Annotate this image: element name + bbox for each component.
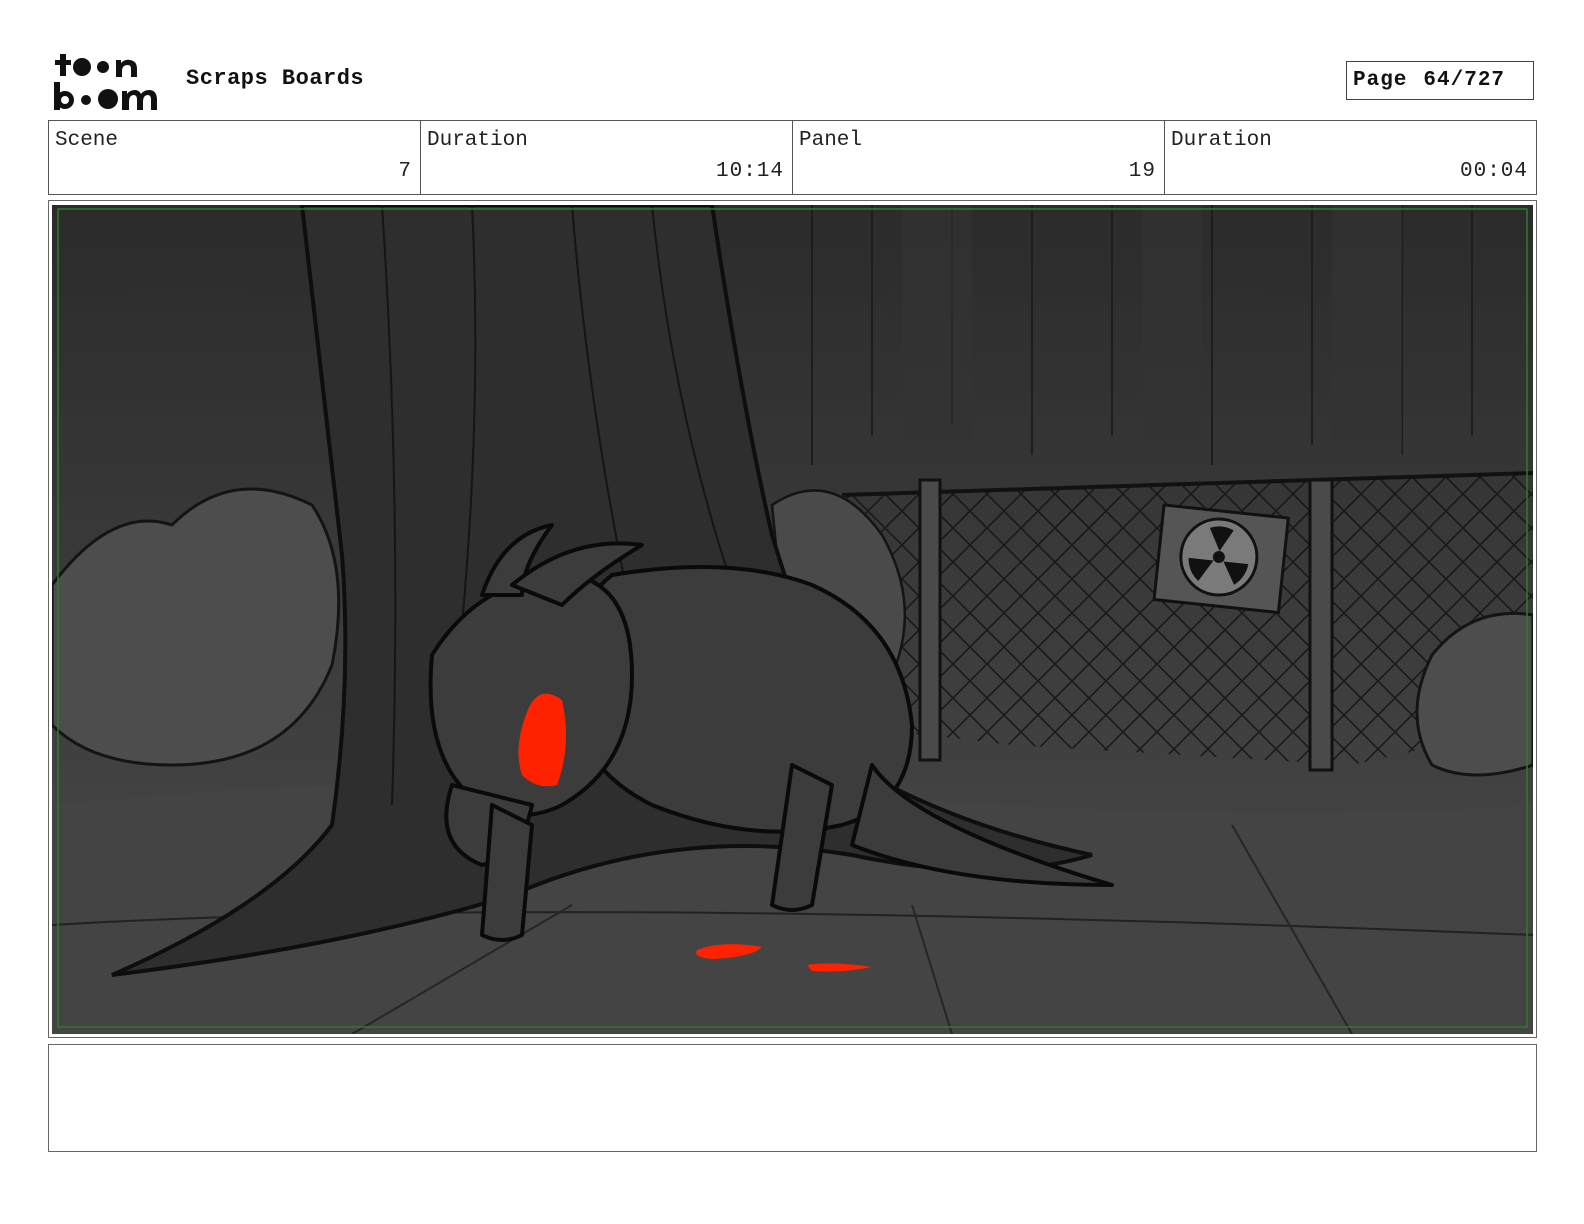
scene-value: 7 (398, 160, 412, 183)
panel-duration-cell: Duration 00:04 (1165, 121, 1536, 194)
page-number: 64/727 (1423, 69, 1506, 92)
panel-notes-box (48, 1044, 1537, 1152)
panel-duration-label: Duration (1171, 129, 1272, 152)
scene-cell: Scene 7 (49, 121, 421, 194)
scene-duration-cell: Duration 10:14 (421, 121, 793, 194)
scene-duration-value: 10:14 (715, 160, 784, 183)
page-indicator: Page 64/727 (1346, 61, 1534, 100)
toon-boom-logo (52, 50, 164, 112)
scene-duration-label: Duration (427, 129, 528, 152)
scene-label: Scene (55, 129, 119, 152)
project-title: Scraps Boards (186, 66, 365, 91)
storyboard-panel-image (52, 205, 1533, 1034)
panel-label: Panel (799, 129, 863, 152)
panel-cell: Panel 19 (793, 121, 1165, 194)
panel-value: 19 (1128, 160, 1156, 183)
page-label: Page (1353, 69, 1408, 92)
panel-duration-value: 00:04 (1459, 160, 1528, 183)
panel-info-table: Scene 7 Duration 10:14 Panel 19 Duration… (48, 120, 1537, 195)
